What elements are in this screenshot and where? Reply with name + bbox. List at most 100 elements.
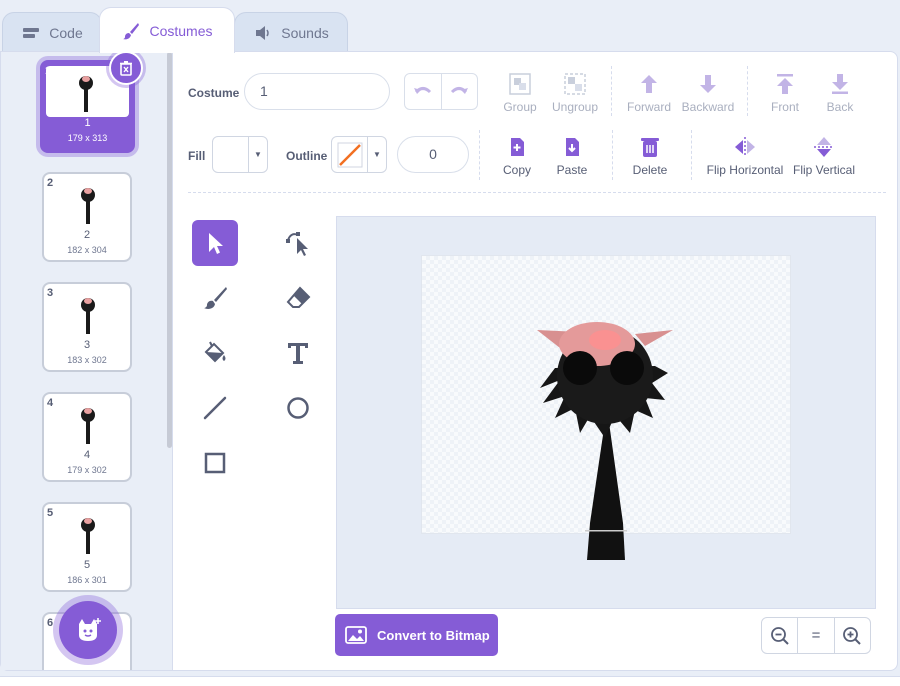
fill-color-picker[interactable]: ▼ bbox=[212, 136, 268, 173]
front-button[interactable]: Front bbox=[767, 72, 803, 114]
forward-button[interactable]: Forward bbox=[626, 72, 672, 114]
costume-size: 186 x 301 bbox=[67, 575, 107, 585]
flip-vertical-button[interactable]: Flip Vertical bbox=[792, 135, 856, 177]
costume-item-5[interactable]: 5 5 186 x 301 bbox=[42, 502, 132, 592]
trash-icon bbox=[120, 61, 132, 76]
toolbar-separator bbox=[747, 66, 748, 116]
backward-button[interactable]: Backward bbox=[681, 72, 735, 114]
delete-button[interactable]: Delete bbox=[630, 135, 670, 177]
costume-name: 3 bbox=[83, 339, 91, 351]
code-icon bbox=[23, 27, 40, 38]
tab-code[interactable]: Code bbox=[2, 12, 102, 52]
front-label: Front bbox=[770, 100, 799, 114]
redo-icon bbox=[451, 86, 469, 94]
undo-button[interactable] bbox=[405, 74, 442, 109]
zoom-in-button[interactable] bbox=[833, 618, 870, 653]
back-button[interactable]: Back bbox=[823, 72, 857, 114]
group-button[interactable]: Group bbox=[499, 72, 541, 114]
flip-horizontal-button[interactable]: Flip Horizontal bbox=[705, 135, 785, 177]
costume-thumbnail bbox=[81, 188, 95, 224]
cat-icon bbox=[79, 618, 101, 641]
delete-label: Delete bbox=[632, 163, 668, 177]
costume-name: 2 bbox=[83, 229, 91, 241]
costume-number: 3 bbox=[47, 287, 54, 299]
costume-number: 5 bbox=[47, 507, 54, 519]
paste-icon bbox=[566, 138, 579, 156]
costume-size: 183 x 302 bbox=[67, 355, 107, 365]
fill-color-swatch bbox=[213, 137, 249, 172]
zoom-out-button[interactable] bbox=[762, 618, 797, 653]
group-icon bbox=[509, 73, 531, 95]
reshape-tool[interactable] bbox=[275, 220, 321, 266]
costume-name: 4 bbox=[83, 449, 91, 461]
tab-costumes[interactable]: Costumes bbox=[99, 7, 235, 53]
delete-costume-button[interactable] bbox=[109, 51, 143, 85]
costume-name-input[interactable]: 1 bbox=[244, 73, 390, 110]
eraser-tool[interactable] bbox=[275, 275, 321, 321]
toolbar-separator bbox=[611, 66, 612, 116]
outline-color-swatch bbox=[332, 137, 368, 172]
trash-icon bbox=[641, 138, 659, 157]
costume-number: 4 bbox=[47, 397, 54, 409]
paste-button[interactable]: Paste bbox=[554, 135, 590, 177]
costume-item-4[interactable]: 4 4 179 x 302 bbox=[42, 392, 132, 482]
costume-number: 1 bbox=[45, 65, 52, 77]
ungroup-button[interactable]: Ungroup bbox=[551, 72, 599, 114]
costume-name-label: Costume bbox=[188, 86, 240, 100]
zoom-reset-button[interactable]: = bbox=[797, 618, 833, 653]
costume-number: 6 bbox=[47, 617, 54, 629]
costume-thumbnail bbox=[81, 408, 95, 444]
rectangle-tool[interactable] bbox=[192, 440, 238, 486]
toolbar-divider bbox=[188, 192, 886, 193]
outline-label: Outline bbox=[286, 149, 328, 163]
line-icon bbox=[203, 396, 227, 420]
outline-width-input[interactable]: 0 bbox=[397, 136, 469, 173]
flip-vertical-icon bbox=[814, 137, 834, 157]
costume-number: 2 bbox=[47, 177, 54, 189]
convert-to-bitmap-button[interactable]: Convert to Bitmap bbox=[335, 614, 498, 656]
fill-tool[interactable] bbox=[192, 330, 238, 376]
speaker-icon bbox=[256, 25, 269, 40]
no-color-icon bbox=[337, 142, 362, 167]
front-icon bbox=[777, 74, 793, 94]
rectangle-icon bbox=[204, 452, 226, 474]
text-icon bbox=[288, 343, 308, 364]
reshape-icon bbox=[286, 232, 308, 256]
back-icon bbox=[832, 74, 848, 94]
costume-list-scrollbar[interactable] bbox=[167, 52, 172, 448]
costume-name: 1 bbox=[84, 117, 91, 129]
undo-redo-group bbox=[404, 73, 478, 110]
costume-size: 179 x 313 bbox=[67, 133, 108, 143]
tab-code-label: Code bbox=[49, 24, 83, 41]
tab-sounds[interactable]: Sounds bbox=[234, 12, 348, 52]
forward-icon bbox=[641, 75, 657, 93]
costume-item-3[interactable]: 3 3 183 x 302 bbox=[42, 282, 132, 372]
zoom-out-icon bbox=[770, 626, 789, 645]
flip-horizontal-icon bbox=[735, 137, 755, 157]
text-tool[interactable] bbox=[275, 330, 321, 376]
brush-tool[interactable] bbox=[192, 275, 238, 321]
fill-label: Fill bbox=[188, 149, 206, 163]
redo-button[interactable] bbox=[442, 74, 478, 109]
tab-sounds-label: Sounds bbox=[281, 24, 329, 41]
copy-icon bbox=[511, 138, 524, 156]
brush-icon bbox=[123, 22, 140, 39]
flip-vertical-label: Flip Vertical bbox=[792, 163, 856, 177]
zoom-in-icon bbox=[843, 626, 862, 645]
costume-item-2[interactable]: 2 2 182 x 304 bbox=[42, 172, 132, 262]
chevron-down-icon: ▼ bbox=[254, 150, 262, 159]
select-tool[interactable] bbox=[192, 220, 238, 266]
backward-icon bbox=[700, 75, 716, 93]
copy-button[interactable]: Copy bbox=[499, 135, 535, 177]
ungroup-label: Ungroup bbox=[551, 100, 599, 114]
costume-drawing[interactable] bbox=[535, 318, 680, 563]
circle-tool[interactable] bbox=[275, 385, 321, 431]
choose-costume-button[interactable] bbox=[59, 601, 117, 659]
bottom-strip bbox=[0, 676, 900, 686]
backward-label: Backward bbox=[681, 100, 735, 114]
outline-color-picker[interactable]: ▼ bbox=[331, 136, 387, 173]
eraser-icon bbox=[286, 286, 311, 308]
costume-thumbnail bbox=[79, 76, 93, 112]
paint-bucket-icon bbox=[204, 341, 226, 363]
line-tool[interactable] bbox=[192, 385, 238, 431]
